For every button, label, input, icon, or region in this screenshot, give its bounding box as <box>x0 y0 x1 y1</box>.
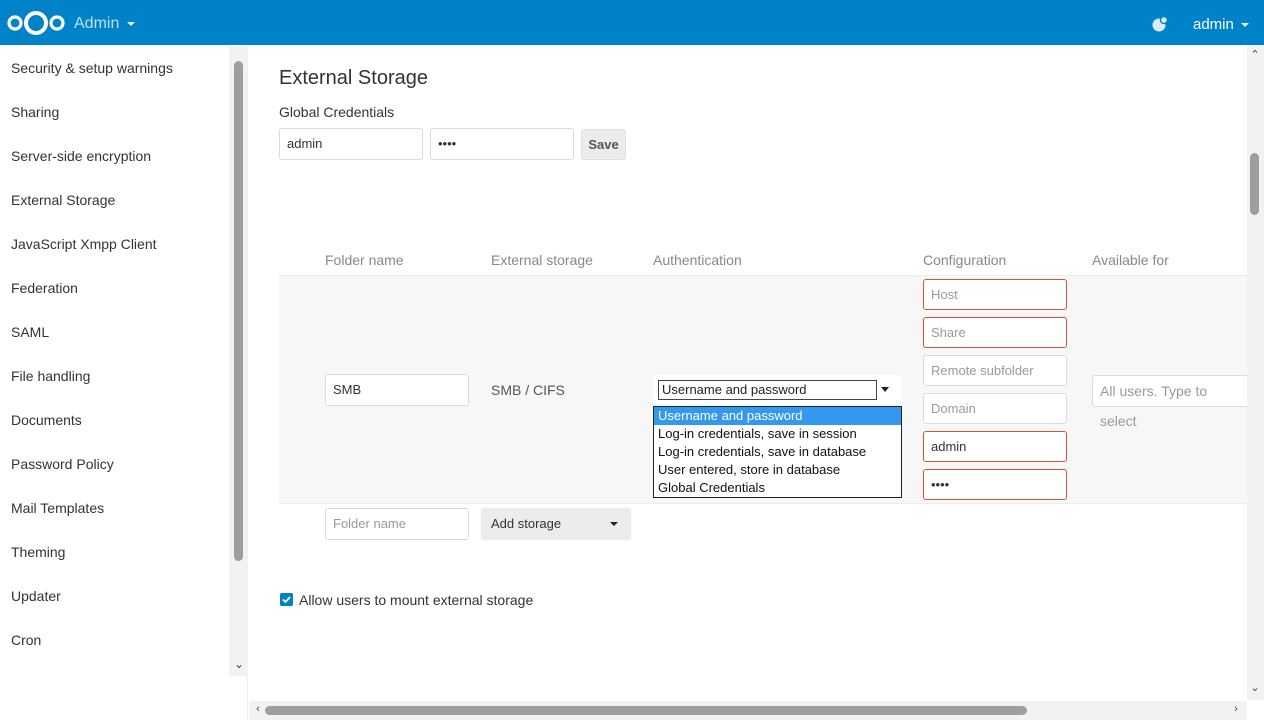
sidebar-nav: Security & setup warnings Sharing Server… <box>0 45 247 661</box>
auth-option-global-credentials[interactable]: Global Credentials <box>654 479 901 497</box>
auth-option-user-entered[interactable]: User entered, store in database <box>654 461 901 479</box>
global-credentials-save-button[interactable]: Save <box>581 129 626 160</box>
column-header-available-for: Available for <box>1092 252 1169 268</box>
sidebar-item-documents[interactable]: Documents <box>0 398 247 442</box>
page-title: External Storage <box>279 67 428 89</box>
scroll-left-arrow-icon[interactable]: ‹ <box>251 703 265 715</box>
sidebar-item-file-handling[interactable]: File handling <box>0 354 247 398</box>
config-share-input[interactable]: Share <box>923 317 1067 348</box>
sidebar-item-theming[interactable]: Theming <box>0 530 247 574</box>
add-storage-select[interactable]: Add storage <box>481 508 631 540</box>
allow-user-mounting-checkbox[interactable] <box>280 593 293 606</box>
scroll-right-arrow-icon[interactable]: › <box>1229 703 1243 715</box>
allow-user-mounting-label[interactable]: Allow users to mount external storage <box>299 592 533 608</box>
scroll-down-arrow-icon[interactable]: ⌄ <box>233 658 245 670</box>
column-header-external-storage: External storage <box>491 252 593 268</box>
scroll-up-arrow-icon[interactable]: ⌃ <box>1248 48 1262 61</box>
auth-option-login-session[interactable]: Log-in credentials, save in session <box>654 425 901 443</box>
global-credentials-label: Global Credentials <box>279 104 395 120</box>
sidebar-item-server-side-encryption[interactable]: Server-side encryption <box>0 134 247 178</box>
app-menu-toggle[interactable]: Admin <box>74 15 136 33</box>
chevron-down-icon <box>127 22 136 26</box>
global-credentials-username-input[interactable]: admin <box>279 128 423 160</box>
storage-type-label: SMB / CIFS <box>491 382 565 398</box>
settings-sidebar: Security & setup warnings Sharing Server… <box>0 45 248 720</box>
chevron-down-icon <box>1240 22 1249 27</box>
user-menu[interactable]: admin <box>1193 16 1249 33</box>
config-username-input[interactable]: admin <box>923 431 1067 462</box>
app-name-label: Admin <box>74 15 120 32</box>
top-header: Admin admin <box>0 0 1264 45</box>
global-credentials-password-input[interactable]: •••• <box>430 128 574 160</box>
authentication-select[interactable]: Username and password <box>653 375 901 404</box>
add-storage-label: Add storage <box>491 516 562 531</box>
config-host-input[interactable]: Host <box>923 279 1067 310</box>
dropdown-caret-icon <box>610 522 618 526</box>
authentication-select-value[interactable]: Username and password <box>658 380 877 400</box>
config-password-input[interactable]: •••• <box>923 469 1067 500</box>
user-name: admin <box>1193 16 1234 33</box>
page-horizontal-scrollbar-thumb[interactable] <box>265 706 1027 715</box>
authentication-dropdown-list: Username and password Log-in credentials… <box>653 406 902 498</box>
page-vertical-scrollbar-thumb[interactable] <box>1250 153 1259 215</box>
sidebar-item-updater[interactable]: Updater <box>0 574 247 618</box>
config-remote-subfolder-input[interactable]: Remote subfolder <box>923 355 1067 386</box>
new-folder-name-input[interactable]: Folder name <box>325 508 469 540</box>
page-vertical-scrollbar[interactable]: ⌃ ⌄ <box>1247 45 1264 700</box>
page-horizontal-scrollbar[interactable]: ‹ › <box>249 701 1247 720</box>
sidebar-item-saml[interactable]: SAML <box>0 310 247 354</box>
dropdown-caret-icon[interactable] <box>881 387 889 392</box>
column-header-configuration: Configuration <box>923 252 1007 268</box>
scroll-down-arrow-icon[interactable]: ⌄ <box>1248 681 1262 694</box>
config-domain-input[interactable]: Domain <box>923 393 1067 424</box>
sidebar-item-mail-templates[interactable]: Mail Templates <box>0 486 247 530</box>
main-content: External Storage Global Credentials admi… <box>249 45 1264 720</box>
folder-name-input[interactable]: SMB <box>325 374 469 406</box>
sidebar-item-password-policy[interactable]: Password Policy <box>0 442 247 486</box>
notifications-icon[interactable] <box>1151 15 1169 33</box>
sidebar-item-javascript-xmpp-client[interactable]: JavaScript Xmpp Client <box>0 222 247 266</box>
sidebar-scrollbar-thumb[interactable] <box>234 61 243 561</box>
auth-option-username-password[interactable]: Username and password <box>654 407 901 425</box>
available-for-input[interactable]: All users. Type to select <box>1092 375 1252 429</box>
column-header-authentication: Authentication <box>653 252 742 268</box>
sidebar-item-cron[interactable]: Cron <box>0 618 247 662</box>
sidebar-item-sharing[interactable]: Sharing <box>0 90 247 134</box>
column-header-folder-name: Folder name <box>325 252 404 268</box>
sidebar-item-federation[interactable]: Federation <box>0 266 247 310</box>
nextcloud-logo-icon[interactable] <box>6 10 66 36</box>
sidebar-item-security-setup-warnings[interactable]: Security & setup warnings <box>0 46 247 90</box>
sidebar-scrollbar[interactable]: ⌄ <box>229 46 248 676</box>
auth-option-login-database[interactable]: Log-in credentials, save in database <box>654 443 901 461</box>
sidebar-item-external-storage[interactable]: External Storage <box>0 178 247 222</box>
